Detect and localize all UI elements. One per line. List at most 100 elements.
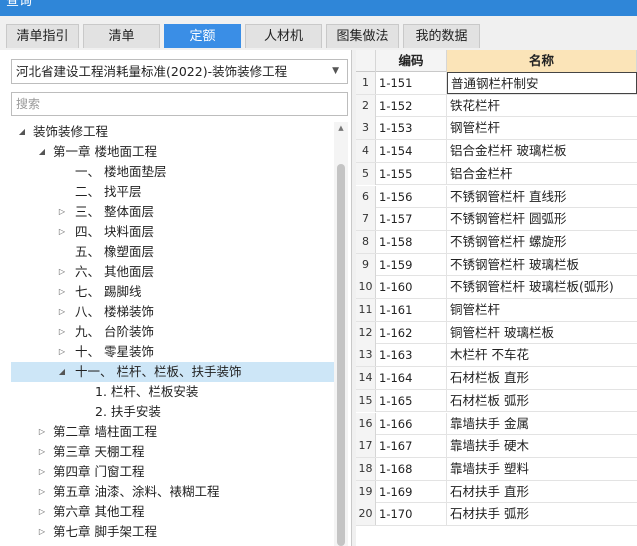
tree-toggle-icon[interactable]: ▷ — [37, 522, 47, 542]
table-row[interactable]: 4 1-154 铝合金栏杆 玻璃栏板 — [356, 140, 637, 163]
row-number: 12 — [356, 321, 376, 344]
table-row[interactable]: 20 1-170 石材扶手 弧形 — [356, 503, 637, 526]
tree-node-label: 十、 零星装饰 — [75, 344, 154, 359]
tree-toggle-icon[interactable]: ▷ — [57, 322, 67, 342]
tree-scrollbar[interactable]: ▲ — [334, 122, 348, 546]
table-row[interactable]: 7 1-157 不锈钢管栏杆 圆弧形 — [356, 208, 637, 231]
table-row[interactable]: 17 1-167 靠墙扶手 硬木 — [356, 435, 637, 458]
tree-node[interactable]: ▷ 八、 楼梯装饰 — [11, 302, 334, 322]
search-input[interactable]: 搜索 — [11, 92, 348, 116]
tree-toggle-icon[interactable]: ▷ — [37, 502, 47, 522]
tree-toggle-icon[interactable]: ▷ — [57, 262, 67, 282]
table-row[interactable]: 8 1-158 不锈钢管栏杆 螺旋形 — [356, 230, 637, 254]
table-row[interactable]: 18 1-168 靠墙扶手 塑料 — [356, 457, 637, 481]
tree-node[interactable]: 五、 橡塑面层 — [11, 242, 334, 262]
window-title: 查询 — [6, 0, 33, 9]
tree-node[interactable]: ▷ 十、 零星装饰 — [11, 342, 334, 362]
table-row[interactable]: 13 1-163 木栏杆 不车花 — [356, 344, 637, 368]
row-name: 靠墙扶手 金属 — [450, 415, 529, 431]
tab-atlas-method[interactable]: 图集做法 — [326, 24, 399, 48]
tree-node[interactable]: 1. 栏杆、栏板安装 — [11, 382, 334, 402]
code-column-header[interactable]: 编码 — [376, 50, 447, 72]
tree-node-label: 1. 栏杆、栏板安装 — [95, 384, 199, 399]
tree-toggle-icon[interactable]: ◢ — [17, 122, 27, 142]
row-code: 1-154 — [376, 140, 447, 163]
tree-node[interactable]: ▷ 第五章 油漆、涂料、裱糊工程 — [11, 482, 334, 502]
row-number: 4 — [356, 140, 376, 163]
tree-node-label: 八、 楼梯装饰 — [75, 304, 154, 319]
tab-labor-material-machine[interactable]: 人材机 — [245, 24, 322, 48]
tab-quota[interactable]: 定额 — [164, 24, 241, 48]
table-row[interactable]: 1 1-151 普通钢栏杆制安 — [356, 72, 637, 95]
tree-node[interactable]: ▷ 六、 其他面层 — [11, 262, 334, 282]
table-row[interactable]: 10 1-160 不锈钢管栏杆 玻璃栏板(弧形) — [356, 276, 637, 299]
tree-node[interactable]: 二、 找平层 — [11, 182, 334, 202]
tree-node[interactable]: ▷ 三、 整体面层 — [11, 202, 334, 222]
table-row[interactable]: 11 1-161 铜管栏杆 — [356, 299, 637, 322]
row-code: 1-161 — [376, 299, 447, 321]
row-name: 不锈钢管栏杆 螺旋形 — [450, 233, 567, 249]
table-row[interactable]: 12 1-162 铜管栏杆 玻璃栏板 — [356, 321, 637, 345]
row-number: 1 — [356, 72, 376, 94]
chevron-down-icon: ▼ — [332, 66, 339, 76]
tree-node[interactable]: ▷ 第三章 天棚工程 — [11, 442, 334, 462]
tree-toggle-icon[interactable]: ▷ — [57, 202, 67, 222]
row-number: 16 — [356, 412, 376, 435]
table-row[interactable]: 15 1-165 石材栏板 弧形 — [356, 389, 637, 413]
tree-node[interactable]: ◢ 第一章 楼地面工程 — [11, 142, 334, 162]
tree-toggle-icon[interactable]: ▷ — [57, 222, 67, 242]
row-name: 石材扶手 弧形 — [450, 506, 529, 522]
row-code: 1-155 — [376, 162, 447, 185]
name-column-header[interactable]: 名称 — [447, 50, 637, 72]
tree-node[interactable]: 一、 楼地面垫层 — [11, 162, 334, 182]
row-code: 1-165 — [376, 389, 447, 412]
row-code: 1-164 — [376, 367, 447, 390]
tree-node-label: 第二章 墙柱面工程 — [53, 424, 157, 439]
table-row[interactable]: 14 1-164 石材栏板 直形 — [356, 367, 637, 390]
row-code: 1-151 — [376, 72, 447, 94]
tree-node-label: 十一、 栏杆、栏板、扶手装饰 — [75, 364, 242, 379]
row-number: 9 — [356, 253, 376, 276]
quota-library-select[interactable]: 河北省建设工程消耗量标准(2022)-装饰装修工程 ▼ — [11, 59, 348, 84]
tree-node[interactable]: ▷ 第七章 脚手架工程 — [11, 522, 334, 542]
tree-toggle-icon[interactable]: ▷ — [37, 442, 47, 462]
row-code: 1-152 — [376, 94, 447, 117]
scroll-up-icon[interactable]: ▲ — [334, 122, 348, 134]
tree-toggle-icon[interactable]: ▷ — [37, 422, 47, 442]
tree-node[interactable]: ▷ 七、 踢脚线 — [11, 282, 334, 302]
tab-bill-guide[interactable]: 清单指引 — [6, 24, 79, 48]
row-code: 1-169 — [376, 480, 447, 503]
row-name: 不锈钢管栏杆 玻璃栏板 — [450, 256, 579, 272]
table-row[interactable]: 16 1-166 靠墙扶手 金属 — [356, 412, 637, 436]
tree-node[interactable]: ▷ 第六章 其他工程 — [11, 502, 334, 522]
table-row[interactable]: 5 1-155 铝合金栏杆 — [356, 162, 637, 186]
chapter-tree: ◢ 装饰装修工程 ◢ 第一章 楼地面工程 一、 楼地面垫层 二、 找平层 ▷ 三… — [0, 122, 352, 546]
table-row[interactable]: 19 1-169 石材扶手 直形 — [356, 480, 637, 504]
tree-node-label: 第五章 油漆、涂料、裱糊工程 — [53, 484, 220, 499]
tree-node[interactable]: ▷ 四、 块料面层 — [11, 222, 334, 242]
tree-toggle-icon[interactable]: ▷ — [37, 462, 47, 482]
tab-bill[interactable]: 清单 — [83, 24, 160, 48]
tree-toggle-icon[interactable]: ▷ — [57, 302, 67, 322]
tree-node[interactable]: ◢ 装饰装修工程 — [11, 122, 334, 142]
table-row[interactable]: 3 1-153 钢管栏杆 — [356, 117, 637, 141]
tab-my-data[interactable]: 我的数据 — [403, 24, 480, 48]
tree-node-label: 第三章 天棚工程 — [53, 444, 145, 459]
table-row[interactable]: 9 1-159 不锈钢管栏杆 玻璃栏板 — [356, 253, 637, 277]
tree-toggle-icon[interactable]: ▷ — [37, 482, 47, 502]
tree-node-selected[interactable]: ◢ 十一、 栏杆、栏板、扶手装饰 — [11, 362, 334, 382]
row-name: 铁花栏杆 — [450, 97, 501, 113]
row-number: 10 — [356, 276, 376, 299]
tree-node[interactable]: ▷ 第二章 墙柱面工程 — [11, 422, 334, 442]
table-row[interactable]: 2 1-152 铁花栏杆 — [356, 94, 637, 118]
table-row[interactable]: 6 1-156 不锈钢管栏杆 直线形 — [356, 185, 637, 209]
tree-toggle-icon[interactable]: ◢ — [57, 362, 67, 382]
tree-node[interactable]: 2. 扶手安装 — [11, 402, 334, 422]
tree-node-label: 2. 扶手安装 — [95, 404, 161, 419]
tree-node[interactable]: ▷ 第四章 门窗工程 — [11, 462, 334, 482]
scrollbar-thumb[interactable] — [337, 164, 345, 546]
tree-toggle-icon[interactable]: ▷ — [57, 282, 67, 302]
tree-node[interactable]: ▷ 九、 台阶装饰 — [11, 322, 334, 342]
tree-toggle-icon[interactable]: ◢ — [37, 142, 47, 162]
tree-toggle-icon[interactable]: ▷ — [57, 342, 67, 362]
